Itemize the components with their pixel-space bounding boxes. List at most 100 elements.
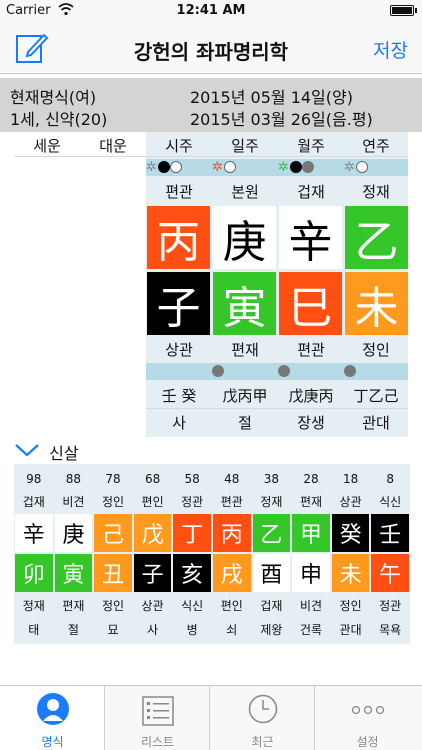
fortune-top-sipsin: 정재 xyxy=(260,494,283,509)
column-label-seun[interactable]: 세운 xyxy=(14,134,80,156)
pillar-bottom-sipsin: 편관 xyxy=(297,340,325,359)
fortune-stem[interactable]: 甲 xyxy=(292,514,330,552)
fortune-bottom-sipsin: 비견 xyxy=(299,598,323,613)
column-label-daeun[interactable]: 대운 xyxy=(80,134,146,156)
pillar-top-sipsin: 겁재 xyxy=(297,182,325,201)
fortune-stem[interactable]: 丁 xyxy=(173,514,211,552)
fortune-branch[interactable]: 酉 xyxy=(252,554,291,592)
fortune-stage: 쇠 xyxy=(226,622,238,637)
twelve-stage: 관대 xyxy=(362,413,390,432)
fortune-top-sipsin: 식신 xyxy=(379,494,402,509)
fortune-age: 28 xyxy=(303,472,319,486)
fortune-branch[interactable]: 午 xyxy=(371,554,409,592)
fortune-bottom-sipsin: 겁재 xyxy=(260,598,283,613)
tab-label: 리스트 xyxy=(140,735,175,749)
pillar-branch[interactable]: 寅 xyxy=(213,272,276,335)
hidden-stems: 戊庚丙 xyxy=(288,386,334,405)
fortune-age: 58 xyxy=(184,472,200,486)
pillar-bottom-sipsin: 편재 xyxy=(231,340,259,359)
fortune-bottom-sipsin: 상관 xyxy=(141,598,164,613)
pillar-top-sipsin: 정재 xyxy=(362,182,390,201)
pillar-stem[interactable]: 辛 xyxy=(279,206,342,269)
tab-recent[interactable]: 최근 xyxy=(210,686,315,750)
chevron-down-icon xyxy=(14,442,40,462)
tab-label: 명식 xyxy=(41,735,64,749)
tab-myeongsik[interactable]: 명식 xyxy=(0,686,105,750)
divider xyxy=(146,408,408,409)
fortune-age: 88 xyxy=(65,472,82,486)
fortune-stem[interactable]: 戊 xyxy=(133,514,172,552)
sinsal-toggle[interactable]: 신살 xyxy=(14,440,79,464)
fortune-top-sipsin: 편인 xyxy=(141,494,164,509)
star-icon: ✲ xyxy=(278,160,289,175)
fortune-branch[interactable]: 寅 xyxy=(54,554,93,592)
pillar-branch[interactable]: 巳 xyxy=(279,272,342,335)
fortune-branch[interactable]: 子 xyxy=(133,554,172,592)
fortune-age: 38 xyxy=(263,472,280,486)
lunar-date: 2015년 03월 26일(음.평) xyxy=(190,110,373,129)
fortune-stage: 목욕 xyxy=(379,622,402,637)
fortune-age: 18 xyxy=(342,472,359,486)
fortune-branch[interactable]: 申 xyxy=(292,554,330,592)
fortune-age: 78 xyxy=(105,472,121,486)
fortune-stem[interactable]: 辛 xyxy=(15,514,53,552)
column-label-year: 연주 xyxy=(362,136,390,155)
tab-settings[interactable]: 설정 xyxy=(315,686,422,750)
fortune-stage: 절 xyxy=(67,622,79,637)
person-icon xyxy=(36,692,70,732)
dot-icon xyxy=(290,161,302,173)
pillar-stem[interactable]: 乙 xyxy=(345,206,408,269)
dot-icon xyxy=(356,161,368,173)
fortune-stem[interactable]: 乙 xyxy=(252,514,291,552)
list-icon xyxy=(142,696,174,730)
hidden-stems: 壬 癸 xyxy=(161,386,197,405)
tab-label: 설정 xyxy=(356,735,379,749)
fortune-stem[interactable]: 庚 xyxy=(54,514,93,552)
pillar-stem[interactable]: 丙 xyxy=(147,206,210,269)
saju-info-header: 현재명식(여) 1세, 신약(20) 2015년 05월 14일(양) 2015… xyxy=(0,78,422,132)
relation-indicator-bar xyxy=(146,363,408,380)
fortune-stem[interactable]: 己 xyxy=(94,514,132,552)
more-icon xyxy=(351,700,385,719)
fortune-bottom-sipsin: 정관 xyxy=(379,598,402,613)
app-title: 강헌의 좌파명리학 xyxy=(133,40,289,64)
navigation-bar: 강헌의 좌파명리학 저장 xyxy=(0,22,422,74)
fortune-stage: 병 xyxy=(186,622,198,637)
tab-list[interactable]: 리스트 xyxy=(105,686,210,750)
hidden-stems: 戊丙甲 xyxy=(222,386,268,405)
pillar-branch[interactable]: 未 xyxy=(345,272,408,335)
column-label-hour: 시주 xyxy=(165,136,193,155)
save-button[interactable]: 저장 xyxy=(373,36,408,63)
tab-label: 최근 xyxy=(251,735,274,749)
fortune-stem[interactable]: 丙 xyxy=(213,514,251,552)
star-icon: ✲ xyxy=(344,160,355,175)
age-strength-label: 1세, 신약(20) xyxy=(10,110,108,129)
pillar-top-sipsin: 본원 xyxy=(231,182,259,201)
pillar-bottom-sipsin: 상관 xyxy=(165,340,193,359)
fortune-bottom-sipsin: 정인 xyxy=(101,598,125,613)
fortune-top-sipsin: 비견 xyxy=(62,494,85,509)
fortune-branch[interactable]: 未 xyxy=(331,554,370,592)
fortune-age: 48 xyxy=(224,472,240,486)
dot-icon xyxy=(158,161,170,173)
fortune-stem[interactable]: 壬 xyxy=(371,514,409,552)
fortune-branch[interactable]: 丑 xyxy=(94,554,132,592)
fortune-top-sipsin: 편관 xyxy=(220,494,243,509)
fortune-stem[interactable]: 癸 xyxy=(331,514,370,552)
fortune-branch[interactable]: 戌 xyxy=(213,554,251,592)
column-label-month: 월주 xyxy=(297,136,325,155)
fortune-branch[interactable]: 卯 xyxy=(15,554,53,592)
clock-time: 12:41 AM xyxy=(176,3,246,18)
column-label-day: 일주 xyxy=(231,136,259,155)
pillar-top-sipsin: 편관 xyxy=(165,182,193,201)
tab-bar: 명식 리스트 최근 설정 xyxy=(0,685,422,750)
fortune-age: 68 xyxy=(144,472,161,486)
relation-indicator-bar xyxy=(146,159,408,176)
dot-icon xyxy=(302,161,314,173)
star-icon: ✲ xyxy=(212,160,223,175)
fortune-branch[interactable]: 亥 xyxy=(173,554,211,592)
dot-icon xyxy=(224,161,236,173)
pillar-branch[interactable]: 子 xyxy=(147,272,210,335)
fortune-top-sipsin: 편재 xyxy=(299,494,323,509)
pillar-stem[interactable]: 庚 xyxy=(213,206,276,269)
